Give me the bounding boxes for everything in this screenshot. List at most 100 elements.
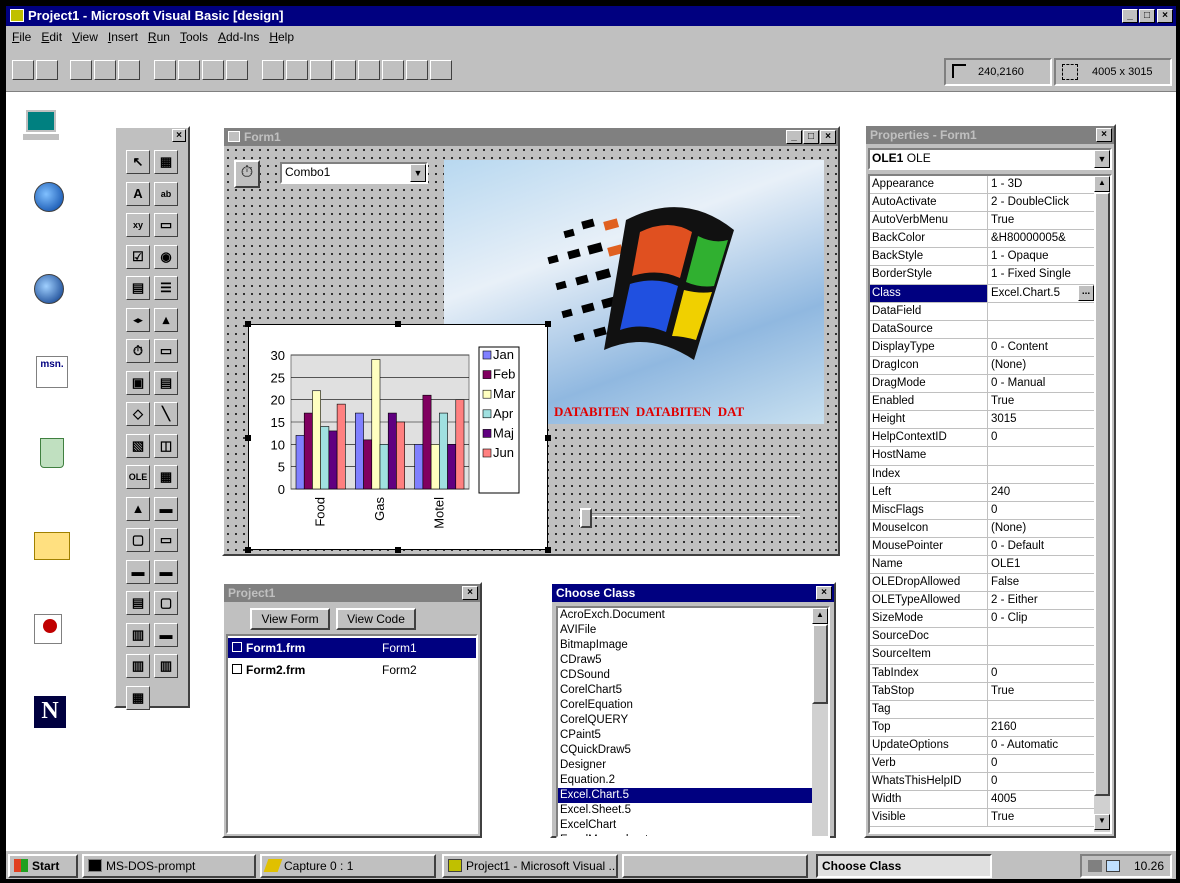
step-over-icon[interactable]: [430, 60, 452, 80]
class-item[interactable]: CorelEquation: [558, 698, 812, 713]
class-item[interactable]: CorelChart5: [558, 683, 812, 698]
property-row[interactable]: BackColor &H80000005&: [870, 230, 1094, 249]
class-item[interactable]: Equation.2: [558, 773, 812, 788]
step-into-icon[interactable]: [406, 60, 428, 80]
project-icon[interactable]: [226, 60, 248, 80]
property-value[interactable]: 0 - Content: [988, 339, 1094, 356]
network-neighborhood-icon[interactable]: [34, 182, 78, 222]
class-item[interactable]: Designer: [558, 758, 812, 773]
property-value[interactable]: True: [988, 393, 1094, 410]
shape-icon[interactable]: ◇: [126, 402, 150, 426]
ellipsis-button[interactable]: ...: [1078, 284, 1094, 301]
property-value[interactable]: Excel.Chart.5...: [988, 284, 1094, 302]
menu-editor-icon[interactable]: [154, 60, 176, 80]
property-value[interactable]: (None): [988, 357, 1094, 374]
class-item[interactable]: AcroExch.Document: [558, 608, 812, 623]
properties-close-button[interactable]: ×: [1096, 128, 1112, 142]
property-value[interactable]: 0 - Default: [988, 538, 1094, 555]
property-value[interactable]: [988, 646, 1094, 663]
schedule-icon[interactable]: [1106, 860, 1120, 872]
property-row[interactable]: Class Excel.Chart.5...: [870, 284, 1094, 303]
project-titlebar[interactable]: Project1 ×: [224, 584, 480, 602]
view-code-button[interactable]: View Code: [336, 608, 416, 630]
add-form-icon[interactable]: [12, 60, 34, 80]
property-row[interactable]: DisplayType 0 - Content: [870, 338, 1094, 357]
menu-edit[interactable]: Edit: [41, 26, 62, 48]
data-icon[interactable]: ◫: [154, 433, 178, 458]
property-value[interactable]: 240: [988, 484, 1094, 501]
property-value[interactable]: False: [988, 574, 1094, 591]
property-value[interactable]: 2 - DoubleClick: [988, 194, 1094, 211]
resize-handle[interactable]: [545, 547, 551, 553]
property-value[interactable]: [988, 447, 1094, 464]
menu-view[interactable]: View: [72, 26, 98, 48]
property-value[interactable]: 0 - Automatic: [988, 737, 1094, 754]
folder-icon[interactable]: [34, 526, 78, 566]
property-row[interactable]: HostName: [870, 447, 1094, 466]
property-value[interactable]: 0: [988, 755, 1094, 772]
statusbar-icon[interactable]: ▬: [154, 559, 178, 584]
menu-file[interactable]: File: [12, 26, 31, 48]
scroll-up-button[interactable]: ▲: [1094, 176, 1110, 192]
task-capture[interactable]: Capture 0 : 1: [260, 854, 436, 878]
class-item[interactable]: AVIFile: [558, 623, 812, 638]
combo1[interactable]: Combo1 ▼: [280, 162, 428, 184]
property-value[interactable]: [988, 701, 1094, 718]
property-row[interactable]: HelpContextID 0: [870, 429, 1094, 448]
internet-icon[interactable]: [34, 274, 78, 314]
property-value[interactable]: 3015: [988, 411, 1094, 428]
object-dropdown-button[interactable]: ▼: [1094, 150, 1110, 168]
property-row[interactable]: DataSource: [870, 320, 1094, 339]
property-row[interactable]: TabIndex 0: [870, 664, 1094, 683]
open-project-icon[interactable]: [70, 60, 92, 80]
property-row[interactable]: OLEDropAllowed False: [870, 574, 1094, 593]
choose-class-titlebar[interactable]: Choose Class ×: [552, 584, 834, 602]
slider-icon[interactable]: ▥: [126, 654, 150, 678]
combo1-dropdown-button[interactable]: ▼: [410, 164, 426, 182]
property-value[interactable]: 0: [988, 429, 1094, 446]
checkbox-icon[interactable]: ☑: [126, 244, 150, 269]
property-row[interactable]: WhatsThisHelpID 0: [870, 773, 1094, 792]
class-item[interactable]: CQuickDraw5: [558, 743, 812, 758]
task-empty[interactable]: [622, 854, 808, 878]
task-project1[interactable]: Project1 - Microsoft Visual ...: [442, 854, 618, 878]
form1-canvas[interactable]: ⏱ Combo1 ▼ DATABITEN DATABITEN DAT 0 5 1…: [224, 146, 838, 554]
class-item[interactable]: ExcelMacrosheet: [558, 833, 812, 836]
maximize-button[interactable]: □: [1139, 9, 1155, 23]
property-value[interactable]: 0 - Clip: [988, 610, 1094, 627]
resize-handle[interactable]: [545, 435, 551, 441]
property-value[interactable]: OLE1: [988, 556, 1094, 573]
class-item[interactable]: Excel.Sheet.5: [558, 803, 812, 818]
save-project-icon[interactable]: [94, 60, 116, 80]
imagelist-icon[interactable]: ▢: [154, 591, 178, 615]
toggle-breakpoint-icon[interactable]: [334, 60, 356, 80]
property-row[interactable]: Appearance 1 - 3D: [870, 176, 1094, 195]
property-row[interactable]: Height 3015: [870, 411, 1094, 430]
pointer-icon[interactable]: ↖: [126, 150, 150, 174]
properties-titlebar[interactable]: Properties - Form1 ×: [866, 126, 1114, 144]
property-row[interactable]: Enabled True: [870, 393, 1094, 412]
property-value[interactable]: [988, 321, 1094, 338]
my-computer-icon[interactable]: [18, 106, 62, 146]
break-icon[interactable]: [286, 60, 308, 80]
property-row[interactable]: MiscFlags 0: [870, 501, 1094, 520]
ole1-chart[interactable]: 0 5 10 15 20 25 30 Food Gas Motel Jan Feb Mar Apr Maj J…: [245, 321, 551, 553]
property-row[interactable]: Width 4005: [870, 791, 1094, 810]
property-value[interactable]: True: [988, 683, 1094, 700]
vscrollbar-icon[interactable]: ▴: [154, 307, 178, 332]
menu-tools[interactable]: Tools: [180, 26, 208, 48]
property-value[interactable]: 2 - Either: [988, 592, 1094, 609]
add-module-icon[interactable]: [36, 60, 58, 80]
property-row[interactable]: AutoVerbMenu True: [870, 212, 1094, 231]
commondialog-icon[interactable]: ▢: [126, 528, 150, 552]
scroll-down-button[interactable]: ▼: [1094, 814, 1110, 830]
property-row[interactable]: Top 2160: [870, 718, 1094, 737]
property-value[interactable]: True: [988, 809, 1094, 826]
property-row[interactable]: Tag: [870, 700, 1094, 719]
property-value[interactable]: True: [988, 212, 1094, 229]
form1-minimize-button[interactable]: _: [786, 130, 802, 144]
menu-run[interactable]: Run: [148, 26, 170, 48]
resize-handle[interactable]: [245, 321, 251, 327]
property-value[interactable]: [988, 628, 1094, 645]
property-row[interactable]: UpdateOptions 0 - Automatic: [870, 736, 1094, 755]
